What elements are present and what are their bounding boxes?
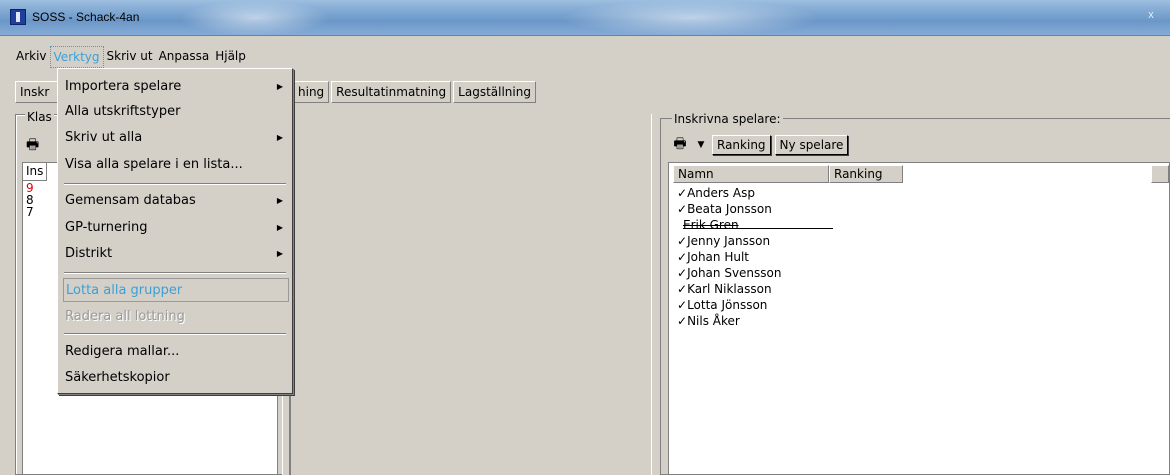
app-icon <box>10 9 26 25</box>
tab-resultatinmatning[interactable]: Resultatinmatning <box>331 81 452 103</box>
menu-item-label: Redigera mallar... <box>65 344 180 359</box>
menu-item-label: Alla utskriftstyper <box>65 104 181 119</box>
submenu-arrow-icon: ▶ <box>276 223 283 232</box>
check-icon: ✓ <box>677 314 688 328</box>
menu-item-label: GP-turnering <box>65 220 148 235</box>
menu-item-lotta-alla-grupper[interactable]: Lotta alla grupper <box>63 278 289 302</box>
menu-item-alla-utskriftstyper[interactable]: Alla utskriftstyper <box>63 100 289 124</box>
player-row[interactable]: ✓Lotta Jönsson <box>677 297 767 313</box>
player-name: Anders Asp <box>687 186 755 200</box>
players-list[interactable]: Namn Ranking ✓Anders Asp ✓Beata Jonsson … <box>668 162 1170 475</box>
menu-verktyg[interactable]: Verktyg <box>49 46 104 68</box>
class-row[interactable]: 9 <box>26 182 34 194</box>
close-icon[interactable]: x <box>1142 8 1160 22</box>
menu-item-label: Visa alla spelare i en lista... <box>65 157 243 172</box>
menu-item-label: Gemensam databas <box>65 193 196 208</box>
class-panel-legend: Klas <box>25 110 54 124</box>
column-header-namn[interactable]: Namn <box>673 165 829 183</box>
menu-bar: Arkiv Verktyg Skriv ut Anpassa Hjälp <box>0 46 249 68</box>
player-name: Karl Niklasson <box>687 282 772 296</box>
player-row[interactable]: ✓Johan Hult <box>677 249 749 265</box>
player-row[interactable]: ✓Anders Asp <box>677 185 755 201</box>
submenu-arrow-icon: ▶ <box>276 249 283 258</box>
submenu-arrow-icon: ▶ <box>276 82 283 91</box>
player-name: Beata Jonsson <box>687 202 772 216</box>
players-toolbar: 🖶 ▼ Ranking Ny spelare <box>670 133 849 157</box>
new-player-button[interactable]: Ny spelare <box>774 135 849 155</box>
check-icon: ✓ <box>677 234 688 248</box>
check-icon: ✓ <box>677 298 688 312</box>
menu-item-label: Distrikt <box>65 246 113 261</box>
menu-item-skriv-ut-alla[interactable]: Skriv ut alla ▶ <box>63 126 289 150</box>
submenu-arrow-icon: ▶ <box>276 133 283 142</box>
class-row[interactable]: 7 <box>26 206 34 218</box>
menu-item-distrikt[interactable]: Distrikt ▶ <box>63 242 289 266</box>
tab-lottning[interactable]: hing <box>293 81 330 103</box>
menu-item-gp-turnering[interactable]: GP-turnering ▶ <box>63 216 289 240</box>
check-icon: ✓ <box>677 282 688 296</box>
player-row[interactable]: Erik Gren <box>683 217 739 233</box>
tab-lagstallning[interactable]: Lagställning <box>453 81 536 103</box>
player-row[interactable]: ✓Johan Svensson <box>677 265 781 281</box>
check-icon: ✓ <box>677 250 688 264</box>
menu-item-redigera-mallar[interactable]: Redigera mallar... <box>63 340 289 364</box>
submenu-arrow-icon: ▶ <box>276 196 283 205</box>
menu-item-radera-all-lottning: Radera all lottning <box>63 305 289 329</box>
menu-item-sakerhetskopior[interactable]: Säkerhetskopior <box>63 366 289 390</box>
menu-hjalp[interactable]: Hjälp <box>212 46 249 68</box>
player-name: Nils Åker <box>687 314 740 328</box>
scroll-up-button[interactable] <box>1151 165 1169 183</box>
menu-item-gemensam-databas[interactable]: Gemensam databas ▶ <box>63 189 289 213</box>
ranking-button[interactable]: Ranking <box>712 135 771 155</box>
menu-item-label: Lotta alla grupper <box>66 283 183 298</box>
class-list-header[interactable]: Ins <box>23 163 48 181</box>
column-header-ranking[interactable]: Ranking <box>829 165 903 183</box>
verktyg-dropdown-menu: Importera spelare ▶ Alla utskriftstyper S… <box>57 68 293 394</box>
menu-arkiv[interactable]: Arkiv <box>13 46 50 68</box>
player-row[interactable]: ✓Jenny Jansson <box>677 233 770 249</box>
player-name: Johan Svensson <box>687 266 782 280</box>
player-row[interactable]: ✓Karl Niklasson <box>677 281 772 297</box>
player-name: Lotta Jönsson <box>687 298 768 312</box>
menu-item-label: Skriv ut alla <box>65 130 143 145</box>
menu-item-label: Radera all lottning <box>65 309 185 324</box>
player-name: Johan Hult <box>687 250 749 264</box>
player-name: Jenny Jansson <box>687 234 771 248</box>
printer-icon[interactable]: 🖶 <box>26 134 46 154</box>
menu-item-visa-alla-spelare[interactable]: Visa alla spelare i en lista... <box>63 153 289 177</box>
players-panel-legend: Inskrivna spelare: <box>672 112 783 126</box>
menu-item-label: Säkerhetskopior <box>65 370 170 385</box>
check-icon: ✓ <box>677 202 688 216</box>
title-bar: SOSS - Schack-4an x <box>0 0 1170 36</box>
menu-skriv-ut[interactable]: Skriv ut <box>104 46 156 68</box>
menu-separator <box>64 333 286 335</box>
chevron-down-icon[interactable]: ▼ <box>694 140 708 150</box>
middle-panel <box>290 114 652 475</box>
check-icon: ✓ <box>677 186 688 200</box>
menu-item-label: Importera spelare <box>65 79 182 94</box>
menu-separator <box>64 272 286 274</box>
printer-icon[interactable]: 🖶 <box>670 133 690 157</box>
check-icon: ✓ <box>677 266 688 280</box>
menu-item-importera-spelare[interactable]: Importera spelare ▶ <box>63 75 289 99</box>
player-name: Erik Gren <box>683 218 739 232</box>
menu-anpassa[interactable]: Anpassa <box>156 46 213 68</box>
strike-line <box>683 228 833 229</box>
menu-separator <box>64 183 286 185</box>
class-row[interactable]: 8 <box>26 194 34 206</box>
player-row[interactable]: ✓Nils Åker <box>677 313 740 329</box>
player-row[interactable]: ✓Beata Jonsson <box>677 201 772 217</box>
window-title: SOSS - Schack-4an <box>32 10 140 24</box>
